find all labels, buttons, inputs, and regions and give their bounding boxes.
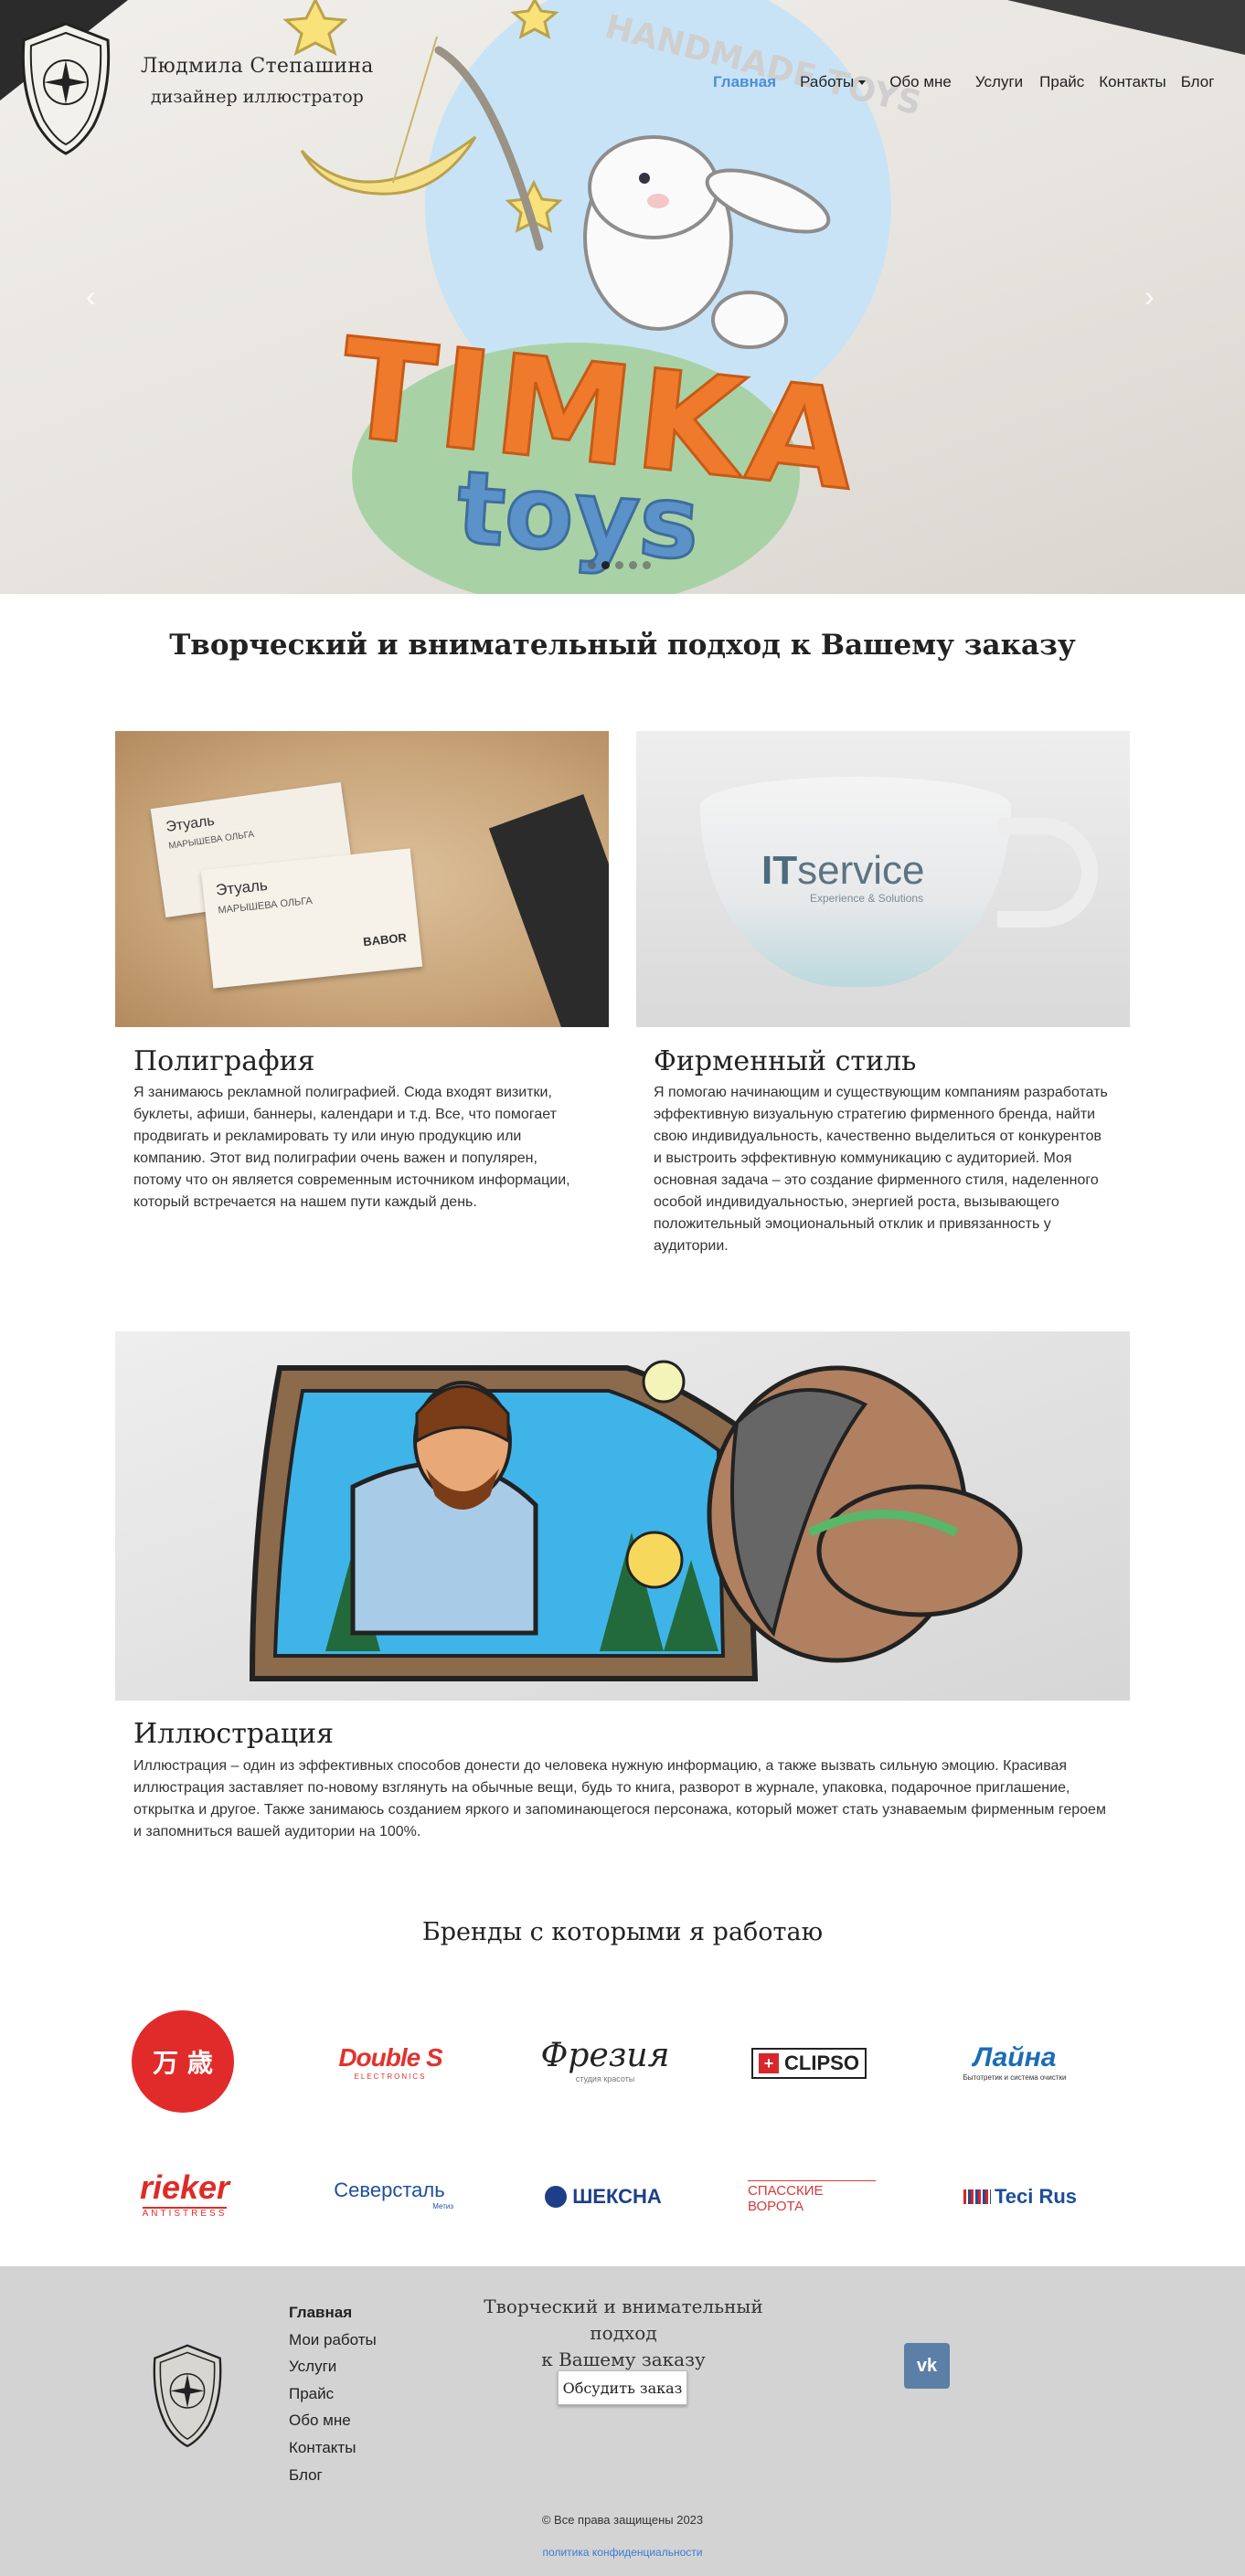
site-footer: Главная Мои работы Услуги Прайс Обо мне … — [0, 2266, 1245, 2576]
caret-down-icon — [858, 80, 867, 86]
brand-teci-text: Teci Rus — [994, 2185, 1078, 2208]
footer-link-blog[interactable]: Блог — [289, 2462, 377, 2489]
privacy-policy-link[interactable]: политика конфиденциальности — [0, 2546, 1245, 2559]
nav-about[interactable]: Обо мне — [889, 73, 952, 91]
corporate-style-text: Я помогаю начинающим и существующим комп… — [654, 1085, 1108, 1254]
brand-doubles-text: Double S — [338, 2042, 442, 2072]
it-service-logo: ITservice — [761, 848, 924, 894]
brand-freziya-text: Фрезия — [540, 2036, 670, 2074]
intro-title: Творческий и внимательный подход к Вашем… — [169, 629, 1076, 662]
slide-dot[interactable] — [588, 561, 596, 569]
brand-rieker-logo: rieker ANTISTRESS — [121, 2157, 249, 2230]
footer-link-about[interactable]: Обо мне — [289, 2407, 377, 2434]
brand-laina-text: Лайна — [973, 2041, 1057, 2072]
teci-stripes-icon — [963, 2189, 991, 2204]
brand-rieker-text: rieker — [139, 2168, 230, 2206]
brand-spasskie-text: СПАССКИЕ ВОРОТА — [748, 2179, 876, 2214]
site-owner-role: дизайнер иллюстратор — [150, 87, 364, 107]
illustration-image — [115, 1331, 1130, 1701]
notebook-shape — [488, 794, 609, 1027]
illustration-text: Иллюстрация – один из эффективных способ… — [133, 1758, 1106, 1839]
brand-clipso-text: CLIPSO — [784, 2051, 859, 2074]
polygraphy-text: Я занимаюсь рекламной полиграфией. Сюда … — [133, 1085, 570, 1210]
polygraphy-image: Этуаль МАРЫШЕВА ОЛЬГА Этуаль МАРЫШЕВА ОЛ… — [115, 731, 609, 1027]
brand-sheksna-logo: ШЕКСНА — [539, 2180, 667, 2213]
brand-manzai-text: 万 歳 — [132, 2010, 234, 2113]
brand-clipso-logo: + CLIPSO — [746, 2043, 872, 2083]
brands-title: Бренды с которыми я работаю — [421, 1918, 824, 1946]
slide-dot[interactable] — [615, 561, 623, 569]
illustration-title: Иллюстрация — [133, 1718, 335, 1750]
nav-price[interactable]: Прайс — [1039, 73, 1084, 91]
footer-menu: Главная Мои работы Услуги Прайс Обо мне … — [289, 2299, 377, 2488]
brand-severstal-sub: Метиз — [432, 2201, 453, 2210]
corporate-style-title: Фирменный стиль — [654, 1045, 917, 1077]
brand-laina-logo: Лайна Бытотретик и система очистки — [951, 2034, 1079, 2089]
nav-contacts[interactable]: Контакты — [1099, 73, 1165, 91]
nav-works-label: Работы — [800, 73, 855, 90]
chevron-right-icon[interactable]: › — [1144, 281, 1155, 311]
copyright: © Все права защищены 2023 — [541, 2513, 704, 2527]
brand-doubles-logo: Double S ELECTRONICS — [322, 2034, 459, 2089]
sheksna-emblem-icon — [545, 2186, 568, 2208]
brand-teci-logo: Teci Rus — [956, 2180, 1084, 2213]
brand-manzai-logo: 万 歳 — [128, 2007, 238, 2116]
brand-laina-sub: Бытотретик и система очистки — [963, 2072, 1067, 2082]
vk-icon[interactable]: vk — [904, 2343, 950, 2389]
footer-link-services[interactable]: Услуги — [289, 2353, 377, 2380]
crest-logo-icon[interactable] — [13, 18, 119, 157]
brand-rieker-sub: ANTISTRESS — [142, 2206, 228, 2219]
site-owner-name: Людмила Степашина — [141, 55, 374, 78]
swiss-cross-icon: + — [759, 2053, 780, 2073]
brand-spasskie-logo: СПАССКИЕ ВОРОТА — [748, 2178, 876, 2215]
nav-blog[interactable]: Блог — [1181, 73, 1215, 91]
brand-sheksna-text: ШЕКСНА — [572, 2185, 662, 2208]
footer-tagline: Творческий и внимательный подход к Вашем… — [450, 2294, 797, 2373]
nav-works[interactable]: Работы — [800, 73, 867, 91]
brand-freziya-sub: студия красоты — [575, 2073, 635, 2083]
nav-services[interactable]: Услуги — [975, 73, 1023, 91]
footer-tagline-line1: Творческий и внимательный подход — [484, 2295, 763, 2344]
brand-severstal-logo: Северсталь Метиз — [325, 2171, 453, 2217]
logo-service: service — [797, 848, 925, 893]
slide-dot-active[interactable] — [601, 561, 610, 569]
business-card: Этуаль МАРЫШЕВА ОЛЬГА BABOR — [200, 848, 423, 989]
svg-text:toys: toys — [453, 449, 704, 582]
slide-dot[interactable] — [643, 561, 651, 569]
footer-link-contacts[interactable]: Контакты — [289, 2434, 377, 2462]
discuss-order-button[interactable]: Обсудить заказ — [558, 2370, 687, 2405]
brand-severstal-text: Северсталь — [334, 2178, 445, 2201]
babor-label: BABOR — [362, 930, 408, 949]
logo-it: IT — [761, 848, 798, 893]
logo-tagline: Experience & Solutions — [810, 892, 924, 905]
slide-dot[interactable] — [629, 561, 637, 569]
brand-freziya-logo: Фрезия студия красоты — [532, 2016, 678, 2104]
brand-doubles-sub: ELECTRONICS — [354, 2072, 427, 2081]
hero-slider: HANDMADE TOYS TIMKA toys Людмила Степаши… — [0, 0, 1245, 594]
nav-home[interactable]: Главная — [713, 73, 776, 91]
chevron-left-icon[interactable]: ‹ — [86, 281, 96, 311]
vk-label: vk — [916, 2355, 938, 2376]
crest-logo-icon[interactable] — [146, 2339, 229, 2451]
site-brand[interactable]: Людмила Степашина дизайнер иллюстратор — [13, 18, 374, 157]
cup-handle — [997, 818, 1098, 928]
footer-link-works[interactable]: Мои работы — [289, 2327, 377, 2354]
slider-indicators — [588, 561, 656, 569]
hero-horse-illustration — [249, 1360, 1023, 1681]
footer-link-price[interactable]: Прайс — [289, 2380, 377, 2408]
main-nav: Главная Работы Обо мне Услуги Прайс Конт… — [713, 73, 1214, 91]
footer-link-home[interactable]: Главная — [289, 2299, 377, 2327]
footer-tagline-line2: к Вашему заказу — [541, 2348, 706, 2370]
polygraphy-title: Полиграфия — [133, 1045, 315, 1077]
corporate-style-image: ITservice Experience & Solutions — [636, 731, 1130, 1027]
